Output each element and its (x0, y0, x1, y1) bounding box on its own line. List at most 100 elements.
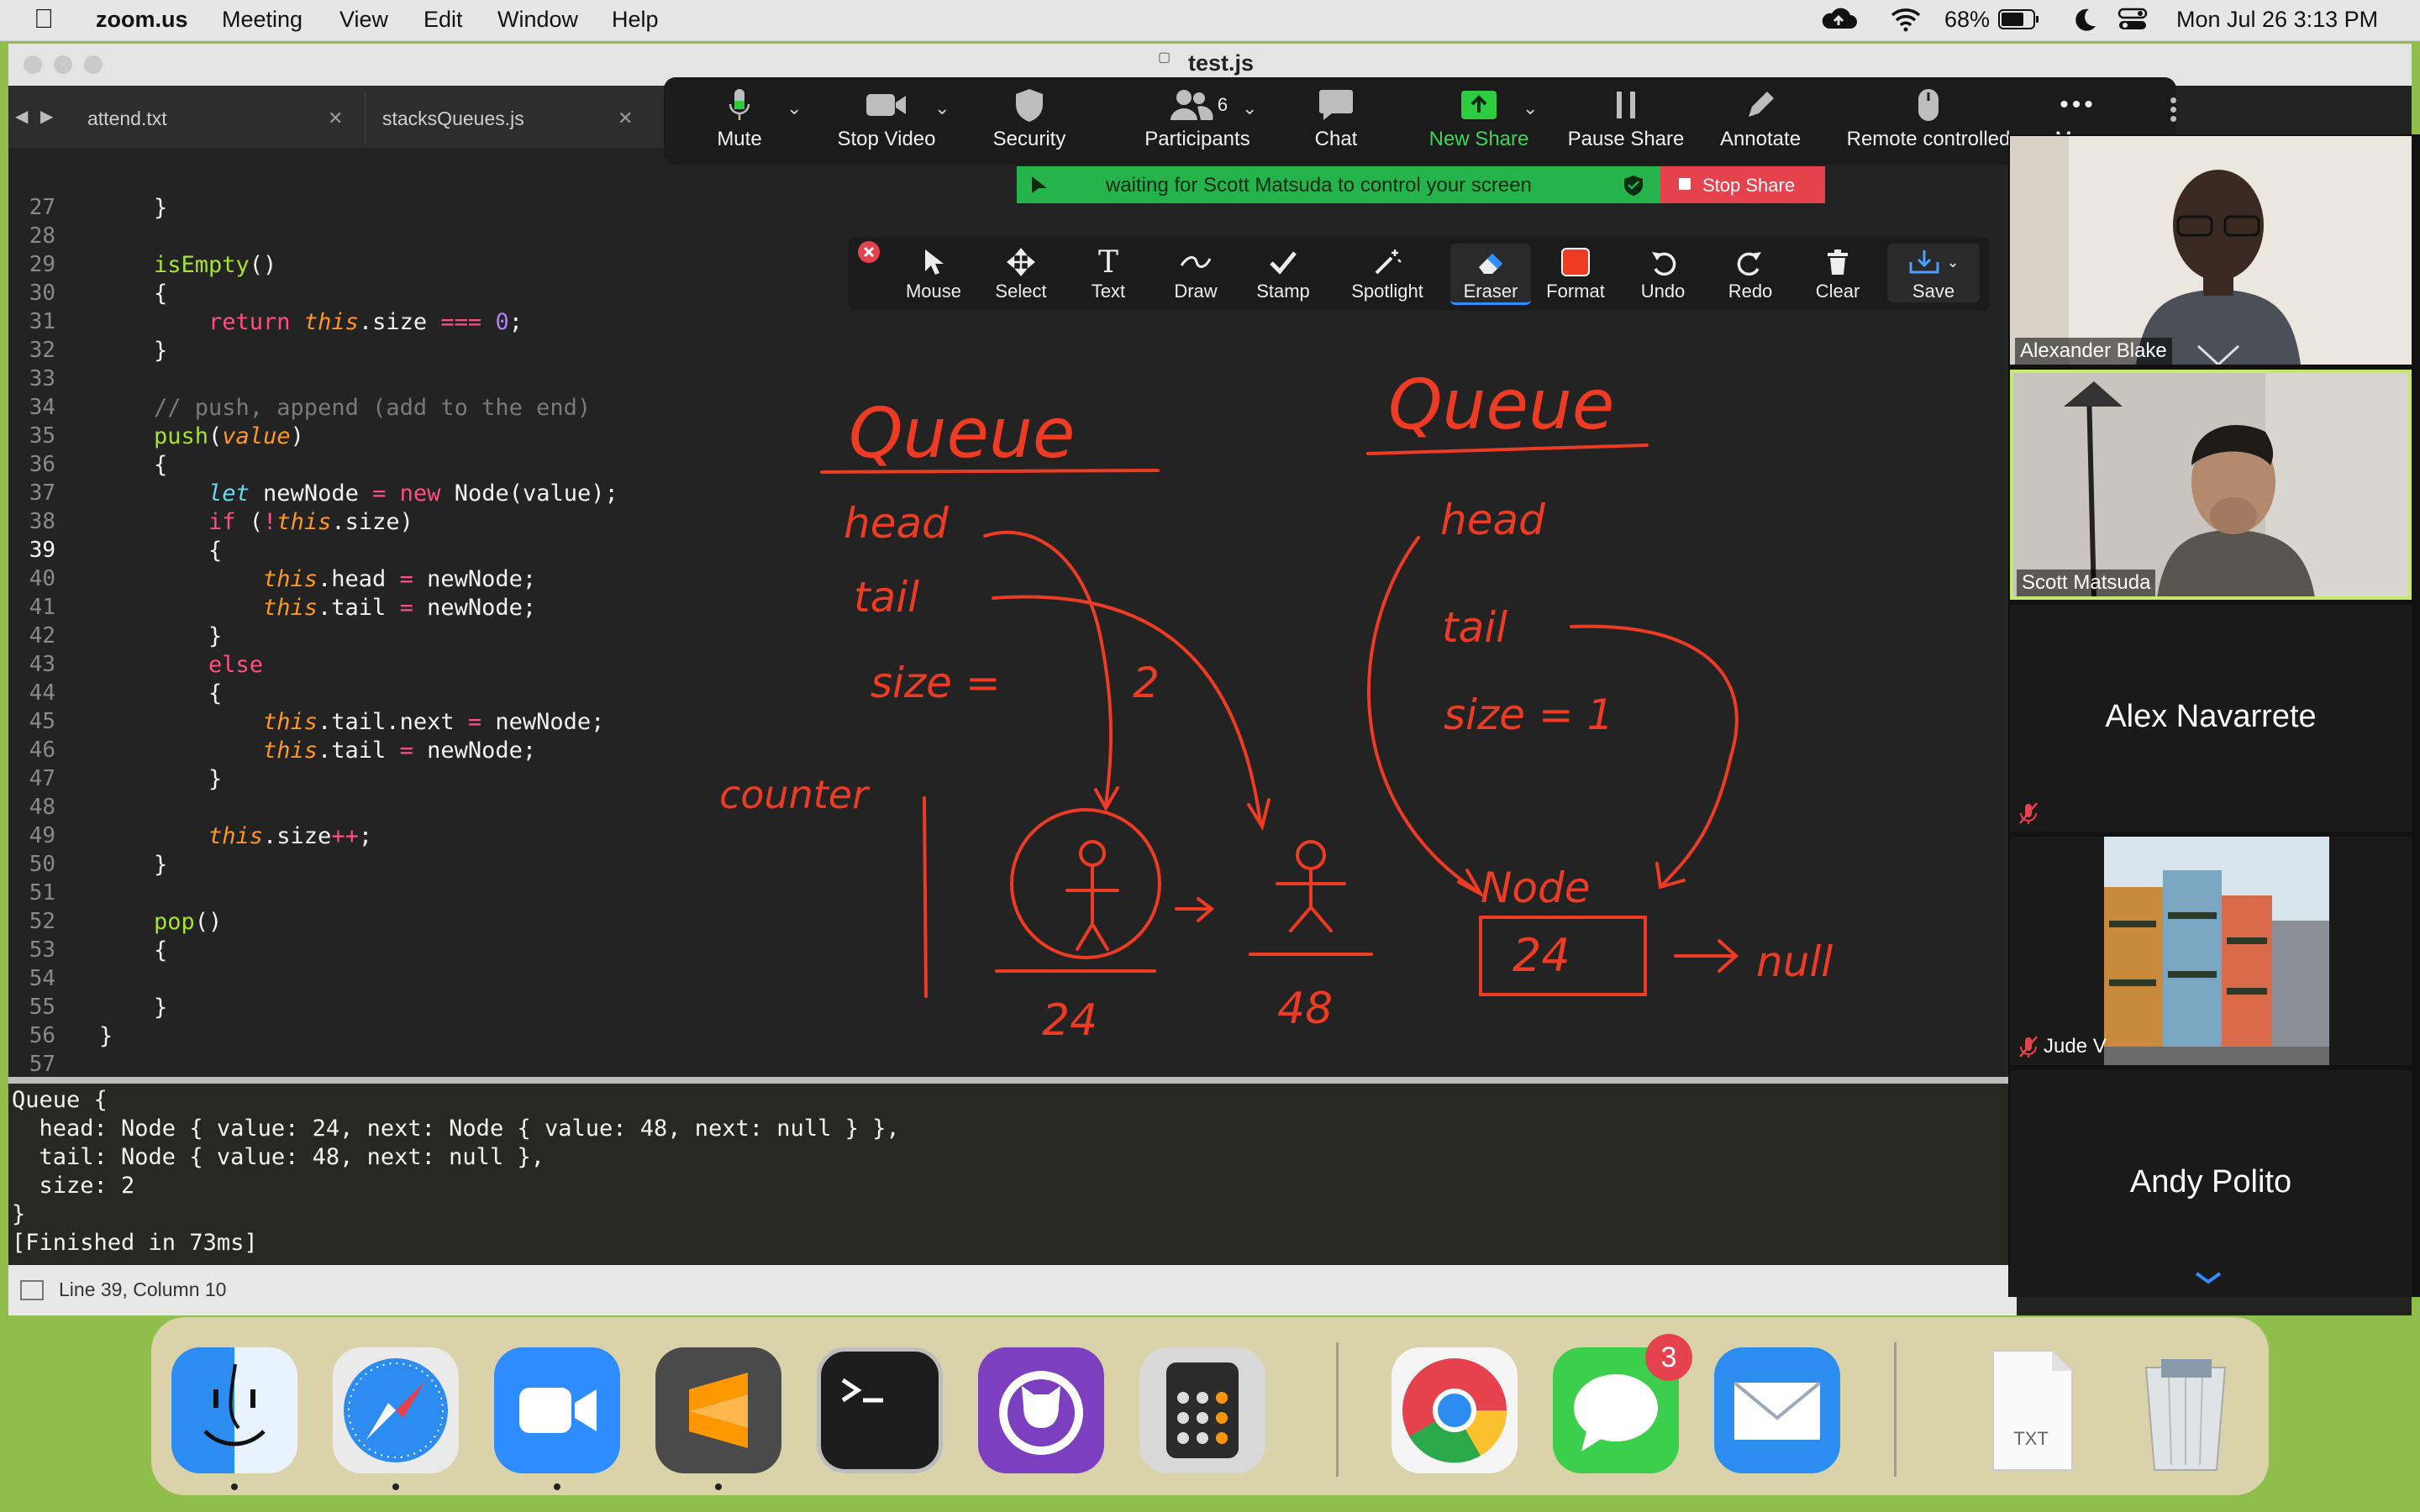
participant-tile[interactable]: Alexander Blake (2010, 136, 2412, 365)
dock-separator (1894, 1342, 1897, 1477)
wb-head-right: head (1440, 496, 1545, 544)
mail-icon[interactable] (1714, 1347, 1840, 1473)
stick-figure (1276, 867, 1346, 932)
chrome-icon[interactable] (1392, 1347, 1518, 1473)
chevron-down-icon: ⌄ (1946, 253, 1960, 270)
move-arrows-icon (1007, 248, 1035, 276)
participants-icon (1170, 90, 1213, 120)
stop-video-button[interactable]: Stop Video (823, 86, 950, 151)
tool-save[interactable]: ⌄ Save (1887, 244, 1980, 302)
tool-eraser[interactable]: Eraser (1450, 244, 1531, 305)
zoom-meeting-toolbar: Mute ⌄ Stop Video ⌄ Security 6 Participa… (664, 77, 2177, 165)
chevron-down-icon[interactable]: ⌄ (1242, 97, 1257, 119)
annotation-toolbar: Mouse Select T Text Draw Stamp Spotlight… (849, 237, 1990, 311)
muted-mic-icon (2019, 802, 2038, 824)
stop-share-button[interactable]: Stop Share (1660, 166, 1825, 203)
tool-mouse[interactable]: Mouse (896, 244, 971, 302)
calculator-icon[interactable] (1139, 1347, 1265, 1473)
chevron-down-icon[interactable]: ⌄ (786, 97, 802, 119)
participant-name: Andy Polito (2129, 1164, 2292, 1200)
wb-value-48: 48 (1277, 984, 1333, 1034)
more-dots-icon: ••• (2060, 91, 2096, 118)
tail-arrow (992, 595, 1262, 825)
wb-title-left: Queue (849, 394, 1075, 474)
cursor-arrow-icon (925, 249, 944, 275)
magic-wand-icon (1375, 249, 1402, 275)
pause-share-button[interactable]: Pause Share (1563, 86, 1689, 151)
underline-stroke (1366, 444, 1649, 455)
wb-head-left: head (844, 499, 949, 548)
pointer-icon (1032, 176, 1047, 193)
running-indicator (715, 1483, 722, 1490)
eraser-icon (1479, 254, 1502, 274)
tool-spotlight[interactable]: Spotlight (1333, 244, 1442, 302)
tool-format[interactable]: Format (1538, 244, 1613, 302)
tool-redo[interactable]: Redo (1712, 244, 1788, 302)
new-share-button[interactable]: New Share (1420, 86, 1538, 151)
muted-mic-icon (2019, 1036, 2038, 1058)
tool-draw[interactable]: Draw (1158, 244, 1234, 302)
tool-select[interactable]: Select (983, 244, 1059, 302)
chevron-down-icon[interactable]: ⌄ (1523, 97, 1538, 119)
stick-figure (1065, 864, 1119, 951)
active-speaker-tile[interactable]: Scott Matsuda (2010, 370, 2412, 600)
remote-control-button[interactable]: Remote controlled (1840, 86, 2017, 151)
participant-name: Alex Navarrete (2105, 699, 2317, 734)
participant-name: Jude V (2044, 1035, 2107, 1058)
trash-icon[interactable] (2123, 1347, 2249, 1473)
running-indicator (392, 1483, 399, 1490)
sublime-icon[interactable] (655, 1347, 781, 1473)
close-annotation-icon[interactable] (857, 240, 881, 264)
chevron-down-icon[interactable]: ⌄ (934, 97, 950, 119)
head-arrow (983, 530, 1113, 808)
finder-icon[interactable] (171, 1347, 297, 1473)
chat-button[interactable]: Chat (1294, 86, 1378, 151)
dock-separator (1336, 1342, 1339, 1477)
wb-size-value-left: 2 (1133, 659, 1160, 707)
wb-tail-left: tail (854, 573, 919, 622)
txt-file-icon[interactable]: TXT (1968, 1347, 2094, 1473)
wb-value-24: 24 (1042, 995, 1097, 1046)
pencil-icon (1749, 92, 1774, 117)
security-button[interactable]: Security (975, 86, 1084, 151)
microphone-icon (729, 89, 750, 120)
mouse-icon (1918, 89, 1939, 121)
pause-icon (1617, 92, 1635, 118)
video-feed (2010, 136, 2412, 365)
participant-tile[interactable]: Alex Navarrete (2010, 605, 2412, 832)
wb-node-label: Node (1481, 864, 1591, 912)
running-indicator (231, 1483, 238, 1490)
mute-button[interactable]: Mute (697, 86, 781, 151)
chevron-down-icon[interactable] (2191, 1268, 2225, 1287)
verified-shield-icon (1624, 176, 1643, 196)
text-t-icon: T (1097, 244, 1118, 280)
github-icon[interactable] (978, 1347, 1104, 1473)
participant-tile[interactable]: Jude V (2010, 837, 2412, 1065)
redo-icon (1737, 252, 1761, 276)
trash-icon (1828, 249, 1848, 275)
tool-stamp[interactable]: Stamp (1245, 244, 1321, 302)
checkmark-icon (1270, 251, 1297, 275)
wb-tail-right: tail (1442, 603, 1507, 652)
tool-text[interactable]: T Text (1071, 244, 1146, 302)
stop-share-label: Stop Share (1702, 175, 1796, 196)
tool-undo[interactable]: Undo (1625, 244, 1701, 302)
share-screen-icon (1461, 91, 1497, 119)
null-arrow (1674, 939, 1739, 973)
tool-clear[interactable]: Clear (1800, 244, 1876, 302)
zoom-icon[interactable] (494, 1347, 620, 1473)
messages-badge: 3 (1645, 1334, 1692, 1381)
waiting-text: waiting for Scott Matsuda to control you… (1106, 174, 1532, 197)
toolbar-handle-icon[interactable]: • • • (2170, 89, 2177, 129)
stop-icon (1679, 178, 1691, 190)
tail-arrow-2 (1570, 624, 1739, 887)
chat-bubble-icon (1319, 90, 1353, 120)
annotate-button[interactable]: Annotate (1714, 86, 1807, 151)
street-photo (2104, 837, 2329, 1065)
dock: 3 TXT (151, 1317, 2269, 1495)
wb-size-left: size = (871, 659, 1001, 707)
terminal-icon[interactable] (817, 1347, 943, 1473)
running-indicator (554, 1483, 560, 1490)
participant-tile[interactable]: Andy Polito (2010, 1070, 2412, 1297)
safari-icon[interactable] (333, 1347, 459, 1473)
